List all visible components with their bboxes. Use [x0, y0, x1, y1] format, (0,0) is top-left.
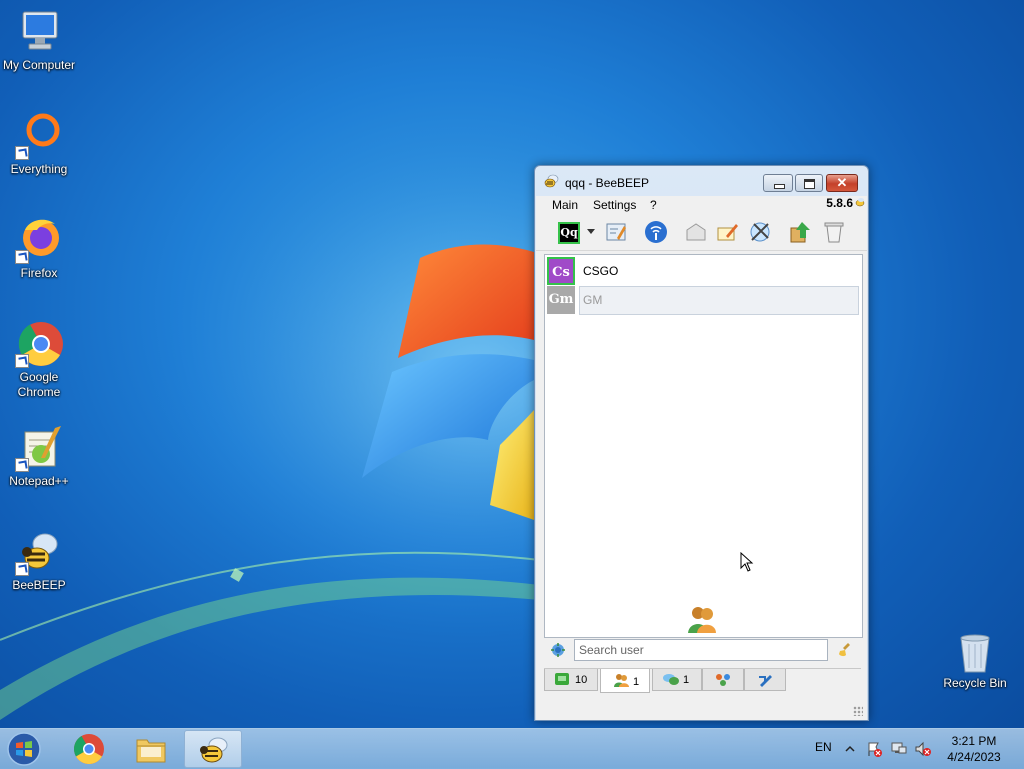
main-toolbar: Qq [536, 214, 867, 251]
language-indicator[interactable]: EN [815, 740, 832, 754]
users-watermark-icon [688, 607, 716, 633]
desktop-icon-label: Google Chrome [17, 370, 61, 399]
desktop-icon-everything[interactable]: Everything [0, 112, 78, 177]
shortcut-arrow-icon [15, 354, 29, 368]
computer-icon [22, 11, 58, 50]
desktop-icon-firefox[interactable]: Firefox [0, 216, 78, 281]
tab-count: 10 [575, 674, 588, 686]
action-center-flag-icon[interactable] [866, 741, 882, 757]
maximize-button[interactable] [795, 174, 823, 192]
beebeep-icon [200, 737, 228, 763]
tools-icon[interactable] [748, 220, 772, 244]
users-icon [614, 674, 629, 687]
resize-grip[interactable] [853, 706, 863, 716]
close-icon: ✕ [836, 175, 848, 190]
desktop-icon-beebeep[interactable]: BeeBEEP [0, 528, 78, 593]
user-status-button[interactable]: Qq [558, 222, 580, 244]
desktop-icon-label: Notepad++ [9, 474, 69, 488]
taskbar: EN 3:21 PM 4/24/2023 [0, 728, 1024, 769]
user-row-highlight [579, 286, 859, 315]
desktop-icon-my-computer[interactable]: My Computer [0, 8, 78, 73]
desktop-icon-label: Recycle Bin [943, 676, 1007, 690]
search-options-icon[interactable] [551, 643, 565, 657]
window-client-area: Main Settings ? 5.8.6 Qq Cs CSGO Gm GM S… [536, 196, 867, 720]
shortcut-arrow-icon [15, 458, 29, 472]
show-hidden-icons-chevron-icon[interactable] [845, 741, 855, 757]
menu-bar: Main Settings ? 5.8.6 [536, 196, 867, 214]
tab-messages[interactable]: 1 [652, 669, 702, 691]
trash-icon[interactable] [822, 220, 846, 244]
menu-settings[interactable]: Settings [593, 198, 636, 212]
user-avatar: Gm [547, 286, 575, 314]
window-titlebar[interactable]: qqq - BeeBEEP ✕ [535, 166, 868, 196]
close-button[interactable]: ✕ [826, 174, 858, 192]
desktop-icon-label: Firefox [20, 266, 58, 280]
taskbar-chrome-button[interactable] [60, 730, 118, 768]
clock-date: 4/24/2023 [947, 750, 1001, 764]
tab-users[interactable]: 1 [600, 669, 650, 693]
desktop-icon-label: Everything [10, 162, 68, 176]
list-item[interactable]: Gm GM [547, 286, 859, 315]
edit-profile-icon[interactable] [604, 220, 628, 244]
network-status-icon[interactable] [891, 741, 907, 757]
volume-muted-icon[interactable] [915, 741, 931, 757]
tab-count: 1 [633, 676, 640, 688]
version-label: 5.8.6 [826, 196, 853, 210]
desktop-icon-label: My Computer [2, 58, 76, 72]
desktop-wallpaper [0, 120, 810, 720]
search-row [544, 639, 861, 665]
search-user-input[interactable] [574, 639, 828, 661]
shortcut-arrow-icon [15, 250, 29, 264]
desktop-icon-notepad-plus-plus[interactable]: Notepad++ [0, 424, 78, 489]
user-name: CSGO [583, 264, 619, 278]
tab-file-sharing[interactable] [744, 669, 786, 691]
folder-icon [136, 739, 166, 763]
bottom-tab-bar: 10 1 1 [544, 668, 861, 693]
shortcut-arrow-icon [15, 146, 29, 160]
clock[interactable]: 3:21 PM 4/24/2023 [942, 733, 1006, 765]
user-avatar: Cs [547, 257, 575, 285]
share-icon [759, 675, 772, 687]
chat-list-icon [555, 673, 569, 685]
menu-main[interactable]: Main [552, 198, 578, 212]
write-message-icon[interactable] [716, 220, 740, 244]
tab-count: 1 [683, 674, 690, 686]
chrome-icon [73, 734, 104, 765]
chevron-down-icon[interactable] [586, 228, 596, 236]
update-icon[interactable] [788, 220, 812, 244]
start-button[interactable] [4, 730, 44, 768]
menu-help[interactable]: ? [650, 198, 657, 212]
version-bee-icon [855, 198, 865, 207]
network-icon[interactable] [644, 220, 668, 244]
clear-search-icon[interactable] [838, 642, 854, 658]
desktop-icon-recycle-bin[interactable]: Recycle Bin [936, 632, 1014, 691]
tab-chats[interactable]: 10 [544, 669, 598, 691]
shortcut-arrow-icon [15, 562, 29, 576]
beebeep-window[interactable]: qqq - BeeBEEP ✕ Main Settings ? 5.8.6 Qq [534, 165, 869, 721]
broadcast-message-icon[interactable] [684, 220, 708, 244]
user-list[interactable]: Cs CSGO Gm GM [544, 254, 863, 638]
recycle-bin-icon [960, 634, 990, 673]
minimize-button[interactable] [763, 174, 793, 192]
groups-icon [716, 674, 730, 686]
taskbar-beebeep-button[interactable] [184, 730, 242, 768]
clock-time: 3:21 PM [951, 734, 997, 748]
desktop-icon-google-chrome[interactable]: Google Chrome [0, 320, 78, 400]
window-title: qqq - BeeBEEP [565, 176, 650, 190]
desktop-icon-label: BeeBEEP [12, 578, 66, 592]
tab-groups[interactable] [702, 669, 744, 691]
mouse-cursor-icon [740, 552, 754, 572]
messages-icon [663, 674, 679, 685]
list-item[interactable]: Cs CSGO [547, 257, 859, 285]
beebeep-app-icon [544, 174, 559, 188]
user-name: GM [583, 293, 603, 307]
taskbar-explorer-button[interactable] [122, 730, 180, 768]
